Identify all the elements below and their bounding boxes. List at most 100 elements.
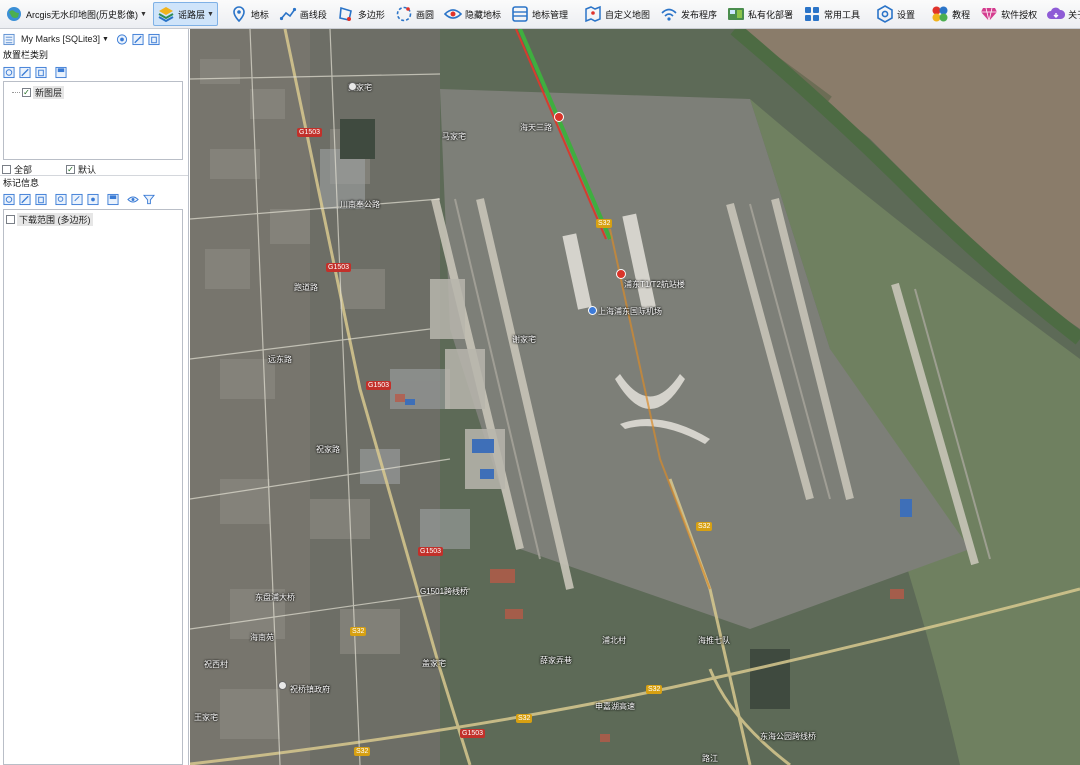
eye-icon: [443, 5, 462, 23]
zoom-icon[interactable]: [115, 32, 129, 46]
tree-connector: [12, 92, 20, 93]
road-badge: S32: [696, 522, 713, 531]
database-row: My Marks [SQLite3] ▼: [0, 30, 188, 48]
place-label: G1501跨线桥: [420, 587, 469, 596]
tree-item[interactable]: ✓ 新图层: [12, 86, 65, 99]
eye-icon[interactable]: [126, 192, 140, 206]
search-icon[interactable]: [54, 192, 68, 206]
draw-polyline-button[interactable]: 画线段: [275, 2, 331, 26]
tutorial-label: 教程: [952, 9, 971, 20]
road-badge: S32: [596, 219, 613, 228]
add-landmark-label: 地标: [250, 9, 269, 20]
pinwheel-icon: [931, 5, 949, 23]
place-label: 海南苑: [250, 633, 274, 642]
draw-circle-label: 画圆: [415, 9, 434, 20]
main-toolbar: Arcgis无水印地图(历史影像) ▼ 谣路层 ▼ 地标 画线段 多边形 画圆: [0, 0, 1080, 29]
check-all-checkbox[interactable]: [2, 165, 11, 174]
road-badge: S32: [350, 627, 367, 636]
hide-landmarks-button[interactable]: 隐藏地标: [440, 2, 505, 26]
road-badge: S32: [646, 685, 663, 694]
category-toolbar: [0, 63, 188, 81]
polyline-icon: [279, 5, 297, 23]
draw-polygon-label: 多边形: [357, 9, 385, 20]
draw-polyline-label: 画线段: [299, 9, 327, 20]
mark-toolbar: [0, 190, 158, 208]
custom-map-button[interactable]: 自定义地图: [580, 2, 654, 26]
basemap-label: Arcgis无水印地图(历史影像): [26, 9, 138, 20]
place-label: 马家宅: [442, 132, 466, 141]
road-badge: G1503: [366, 381, 392, 390]
database-icon: [2, 32, 16, 46]
private-deploy-label: 私有化部署: [748, 9, 794, 20]
edit-icon[interactable]: [18, 192, 32, 206]
place-label: 东盘浦大桥: [255, 593, 295, 602]
poi-marker-icon[interactable]: [348, 82, 357, 91]
satellite-imagery: [190, 29, 1080, 765]
about-button[interactable]: 关于软件: [1043, 2, 1080, 26]
chevron-down-icon[interactable]: ▼: [102, 36, 109, 43]
satellite-map[interactable]: 龚家宅 马家宅 海天三路 浦东T1/T2航站楼 上海浦东国际机场 谢家宅 G15…: [190, 29, 1080, 765]
map-pin-icon: [230, 5, 248, 23]
add-icon[interactable]: [2, 65, 16, 79]
list-icon: [511, 5, 529, 23]
draw-circle-button[interactable]: 画圆: [391, 2, 438, 26]
diamond-icon: [980, 5, 998, 23]
tree-item-checkbox[interactable]: ✓: [22, 88, 31, 97]
locate-icon[interactable]: [86, 192, 100, 206]
place-label: 谢家宅: [512, 335, 536, 344]
basemap-selector[interactable]: Arcgis无水印地图(历史影像) ▼: [1, 2, 151, 26]
mark-list-item[interactable]: 下载范围 (多边形): [6, 213, 93, 226]
category-tree: ✓ 新图层: [3, 81, 183, 160]
add-landmark-button[interactable]: 地标: [226, 2, 273, 26]
wifi-icon: [660, 5, 678, 23]
category-title: 放置栏类别: [3, 50, 49, 60]
common-tools-button[interactable]: 常用工具: [799, 2, 864, 26]
settings-button[interactable]: 设置: [872, 2, 919, 26]
poi-marker-icon[interactable]: [278, 681, 287, 690]
delete-icon[interactable]: [34, 65, 48, 79]
place-label: 川南奉公路: [340, 200, 380, 209]
place-label: 路江: [702, 754, 718, 763]
place-label: 海天三路: [520, 123, 552, 132]
check-default-checkbox[interactable]: ✓: [66, 165, 76, 174]
edit-icon[interactable]: [131, 32, 145, 46]
poi-marker-icon[interactable]: [554, 112, 564, 122]
add-icon[interactable]: [2, 192, 16, 206]
publish-program-button[interactable]: 发布程序: [656, 2, 721, 26]
place-label: 上海浦东国际机场: [598, 307, 662, 316]
layers-icon: [157, 5, 175, 23]
poi-marker-icon[interactable]: [616, 269, 626, 279]
place-label: 祝家路: [316, 445, 340, 454]
cloud-icon: [1047, 5, 1066, 23]
import-icon[interactable]: [70, 192, 84, 206]
mark-item-checkbox[interactable]: [6, 215, 15, 224]
database-label[interactable]: My Marks [SQLite3]: [21, 34, 100, 44]
mark-item-label: 下载范围 (多边形): [17, 213, 93, 226]
delete-icon[interactable]: [147, 32, 161, 46]
grid-icon: [803, 5, 821, 23]
place-label: 祝西村: [204, 660, 228, 669]
private-deploy-button[interactable]: 私有化部署: [723, 2, 797, 26]
server-icon: [727, 5, 745, 23]
landmark-manager-button[interactable]: 地标管理: [507, 2, 572, 26]
layer-selector[interactable]: 谣路层 ▼: [152, 2, 218, 26]
save-icon[interactable]: [106, 192, 120, 206]
delete-icon[interactable]: [34, 192, 48, 206]
license-button[interactable]: 软件授权: [976, 2, 1041, 26]
globe-icon: [5, 5, 23, 23]
draw-polygon-button[interactable]: 多边形: [333, 2, 389, 26]
filter-icon[interactable]: [142, 192, 156, 206]
road-badge: S32: [516, 714, 533, 723]
place-label: 盖家宅: [422, 659, 446, 668]
place-label: 远东路: [268, 355, 292, 364]
place-label: 东海公园跨线桥: [760, 732, 816, 741]
place-label: 薛家弄巷: [540, 656, 572, 665]
road-badge: G1503: [460, 729, 486, 738]
airport-icon[interactable]: [588, 306, 597, 315]
tutorial-button[interactable]: 教程: [927, 2, 974, 26]
hide-landmarks-label: 隐藏地标: [464, 9, 501, 20]
edit-icon[interactable]: [18, 65, 32, 79]
landmark-manager-label: 地标管理: [531, 9, 568, 20]
place-label: 海推七队: [698, 636, 730, 645]
save-icon[interactable]: [54, 65, 68, 79]
